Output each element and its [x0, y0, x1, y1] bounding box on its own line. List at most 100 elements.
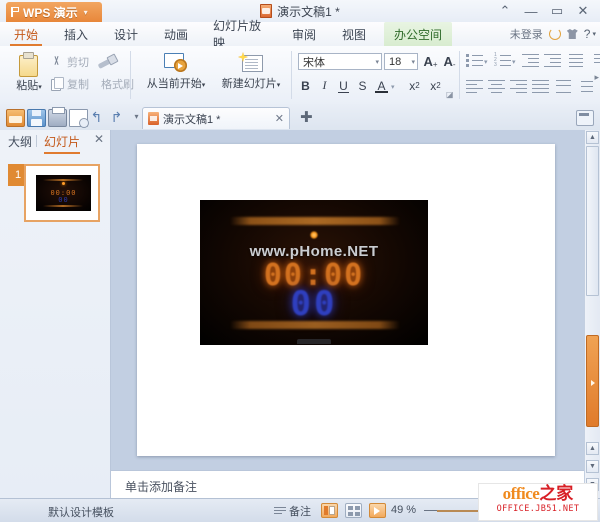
ribbon-more-chevron-icon[interactable]: ▸ — [594, 72, 599, 83]
shrink-font-button[interactable]: A- — [441, 52, 458, 69]
close-panel-icon[interactable]: ✕ — [94, 132, 104, 146]
new-slide-button[interactable]: 新建幻灯片▾ — [214, 52, 288, 91]
paste-button[interactable]: 粘贴▾ — [8, 52, 50, 93]
panel-tab-divider — [36, 135, 37, 147]
text-color-button[interactable]: A — [373, 77, 390, 94]
format-painter-icon[interactable] — [96, 52, 118, 72]
close-button[interactable]: ✕ — [570, 1, 596, 21]
design-template-label[interactable]: 默认设计模板 — [48, 504, 114, 520]
new-tab-icon[interactable]: ✚ — [300, 108, 313, 126]
subscript-button[interactable]: x2 — [427, 77, 444, 94]
wps-presentation-window: WPS 演示 ▾ 演示文稿1 * ⌃ — ▭ ✕ 开始 插入 设计 动画 幻灯片… — [0, 0, 600, 522]
copy-label: 复制 — [67, 76, 89, 92]
document-tab[interactable]: 演示文稿1 * ✕ — [142, 107, 290, 129]
start-from-current-button[interactable]: 从当前开始▾ — [140, 52, 212, 91]
close-tab-icon[interactable]: ✕ — [275, 112, 284, 125]
presentation-file-icon — [148, 112, 159, 125]
slide-thumbnail-item[interactable]: 1 00:00 00 — [8, 164, 100, 222]
text-color-chevron-down-icon[interactable]: ▾ — [391, 83, 395, 91]
slideshow-view-button[interactable] — [369, 503, 386, 518]
undo-icon[interactable]: ↰ — [88, 109, 105, 125]
tab-review[interactable]: 审阅 — [284, 22, 324, 46]
zoom-out-button[interactable]: — — [424, 503, 437, 517]
slide-canvas[interactable]: 00:00 00 www.pHome.NET — [137, 144, 555, 456]
redo-icon[interactable]: ↱ — [108, 109, 125, 125]
tab-slideshow[interactable]: 幻灯片放映 — [206, 22, 274, 46]
notes-placeholder: 单击添加备注 — [125, 478, 197, 495]
bullets-chevron-down-icon[interactable]: ▾ — [484, 58, 488, 66]
font-dialog-launcher[interactable]: ◪ — [446, 90, 454, 99]
sync-icon[interactable] — [549, 28, 561, 40]
tab-outline[interactable]: 大纲 — [8, 133, 32, 150]
font-size-combobox[interactable]: 18 ▾ — [384, 53, 418, 70]
tab-home[interactable]: 开始 — [6, 22, 46, 46]
scroll-thumb[interactable] — [586, 146, 599, 296]
vertical-scrollbar[interactable]: ▲ ▲ ▼ ▼ — [584, 130, 600, 499]
bold-button[interactable]: B — [297, 77, 314, 94]
notes-toggle-button[interactable]: 备注 — [274, 503, 311, 519]
image-watermark: www.pHome.NET — [200, 243, 428, 260]
slide-sorter-view-button[interactable] — [345, 503, 362, 518]
align-center-button[interactable] — [488, 79, 505, 94]
underline-label: U — [339, 79, 348, 93]
maximize-button[interactable]: ▭ — [544, 1, 570, 21]
line-spacing-button[interactable] — [566, 53, 583, 68]
copy-button[interactable]: 复制 — [50, 76, 89, 92]
align-right-button[interactable] — [510, 79, 527, 94]
underline-button[interactable]: U — [335, 77, 352, 94]
wps-app-tab-label: WPS 演示 — [23, 4, 78, 21]
numbering-chevron-down-icon[interactable]: ▾ — [512, 58, 516, 66]
ribbon-separator — [459, 51, 460, 99]
account-status-label[interactable]: 未登录 — [510, 26, 543, 42]
strikethrough-button[interactable]: S — [354, 77, 371, 94]
numbering-button[interactable]: 1 2 3 — [494, 53, 511, 68]
align-left-button[interactable] — [466, 79, 483, 94]
title-bar: WPS 演示 ▾ 演示文稿1 * ⌃ — ▭ ✕ — [0, 0, 600, 23]
toggle-ribbon-button[interactable] — [576, 110, 594, 126]
minimize-button[interactable]: — — [518, 1, 544, 21]
copy-icon — [50, 77, 64, 91]
distribute-button[interactable] — [554, 79, 571, 94]
collapse-ribbon-button[interactable]: ⌃ — [492, 1, 518, 21]
tab-insert[interactable]: 插入 — [56, 22, 96, 46]
print-icon[interactable] — [48, 109, 67, 127]
led-dot-icon — [310, 231, 318, 239]
next-slide-button[interactable]: ▼ — [586, 460, 599, 473]
superscript-button[interactable]: x2 — [406, 77, 423, 94]
document-tab-label: 演示文稿1 * — [163, 111, 220, 127]
previous-slide-button[interactable]: ▲ — [586, 442, 599, 455]
tab-slides[interactable]: 幻灯片 — [44, 133, 80, 150]
tab-view[interactable]: 视图 — [334, 22, 374, 46]
increase-list-level-button[interactable] — [576, 79, 593, 94]
normal-view-button[interactable] — [321, 503, 338, 518]
skin-icon[interactable] — [567, 29, 578, 39]
open-icon[interactable] — [6, 109, 25, 127]
ribbon-separator — [291, 51, 292, 99]
bullets-button[interactable] — [466, 53, 483, 68]
zoom-percentage[interactable]: 49 % — [391, 504, 416, 516]
tab-design[interactable]: 设计 — [106, 22, 146, 46]
cut-button[interactable]: 剪切 — [50, 54, 89, 70]
scroll-up-button[interactable]: ▲ — [586, 131, 599, 144]
start-from-current-label: 从当前开始 — [147, 78, 202, 90]
font-name-combobox[interactable]: 宋体 ▾ — [298, 53, 382, 70]
help-chevron-down-icon[interactable]: ▾ — [592, 30, 596, 38]
print-preview-icon[interactable] — [69, 109, 88, 127]
paste-chevron-down-icon: ▾ — [38, 84, 42, 91]
slide-picture[interactable]: 00:00 00 www.pHome.NET — [200, 200, 428, 345]
wps-app-tab[interactable]: WPS 演示 ▾ — [6, 2, 102, 22]
ribbon-tab-strip: 开始 插入 设计 动画 幻灯片放映 审阅 视图 办公空间 未登录 ? ▾ — [0, 22, 600, 47]
help-icon[interactable]: ? — [584, 27, 591, 41]
grow-font-button[interactable]: A+ — [422, 52, 439, 69]
italic-button[interactable]: I — [316, 77, 333, 94]
decrease-indent-button[interactable] — [522, 53, 539, 68]
tab-office-space[interactable]: 办公空间 — [384, 22, 452, 46]
text-direction-button[interactable] — [586, 53, 600, 68]
cut-label: 剪切 — [67, 54, 89, 70]
subscript-sub: 2 — [436, 81, 440, 90]
scroll-navigation-handle[interactable] — [586, 335, 599, 427]
tab-animation[interactable]: 动画 — [156, 22, 196, 46]
save-icon[interactable] — [27, 109, 46, 127]
increase-indent-button[interactable] — [544, 53, 561, 68]
justify-button[interactable] — [532, 79, 549, 94]
